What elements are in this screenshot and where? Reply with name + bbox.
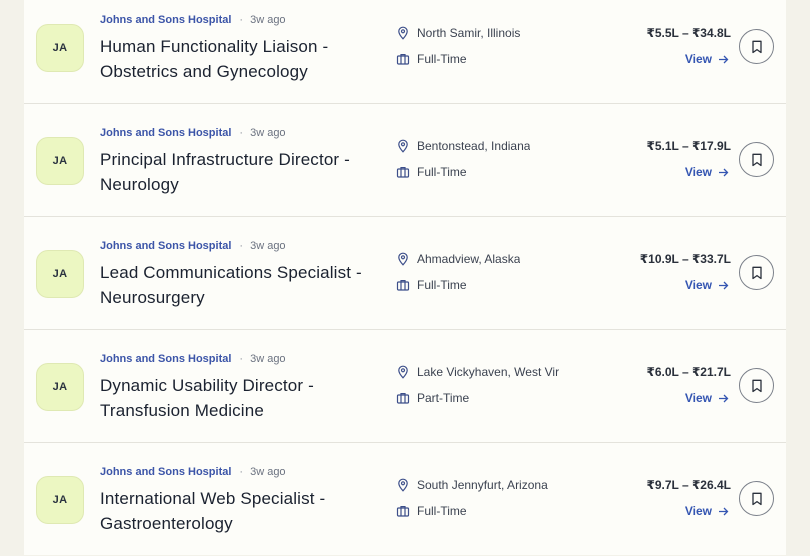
posted-time: 3w ago [250, 14, 286, 26]
job-title[interactable]: Lead Communications Specialist - Neurosu… [100, 260, 390, 310]
location-text: South Jennyfurt, Arizona [417, 478, 548, 492]
salary-range: ₹6.0L – ₹21.7L [646, 365, 731, 379]
view-label: View [684, 391, 712, 405]
job-meta: Johns and Sons Hospital · 3w ago [100, 239, 286, 253]
job-meta: Johns and Sons Hospital · 3w ago [100, 352, 286, 366]
employment-type-text: Part-Time [417, 391, 470, 405]
view-job-link[interactable]: View [685, 504, 729, 518]
job-location: South Jennyfurt, Arizona [396, 478, 548, 492]
salary-range: ₹10.9L – ₹33.7L [639, 252, 731, 266]
arrow-right-icon [718, 506, 729, 517]
meta-separator: · [239, 466, 244, 478]
location-text: Ahmadview, Alaska [417, 252, 521, 266]
company-name-link[interactable]: Johns and Sons Hospital [100, 466, 231, 478]
employment-type: Full-Time [396, 278, 467, 292]
job-meta: Johns and Sons Hospital · 3w ago [100, 126, 286, 140]
save-job-button[interactable] [739, 142, 774, 177]
briefcase-icon [396, 280, 410, 291]
employment-type: Full-Time [396, 52, 467, 66]
employment-type-text: Full-Time [417, 278, 467, 292]
job-card[interactable]: JA Johns and Sons Hospital · 3w ago Dynami… [24, 330, 786, 443]
bookmark-icon [751, 40, 762, 53]
view-label: View [684, 504, 712, 518]
save-job-button[interactable] [739, 255, 774, 290]
company-name-link[interactable]: Johns and Sons Hospital [100, 240, 231, 252]
briefcase-icon [396, 54, 410, 65]
company-avatar: JA [36, 137, 84, 185]
company-avatar: JA [36, 250, 84, 298]
job-title[interactable]: International Web Specialist - Gastroent… [100, 486, 390, 536]
job-list: JA Johns and Sons Hospital · 3w ago Human … [24, 0, 786, 555]
job-title[interactable]: Dynamic Usability Director - Transfusion… [100, 373, 390, 423]
map-pin-icon [398, 478, 408, 492]
bookmark-icon [751, 266, 762, 279]
meta-separator: · [239, 14, 244, 26]
job-title[interactable]: Human Functionality Liaison - Obstetrics… [100, 34, 390, 84]
meta-separator: · [239, 240, 244, 252]
briefcase-icon [396, 167, 410, 178]
company-name-link[interactable]: Johns and Sons Hospital [100, 353, 231, 365]
job-meta: Johns and Sons Hospital · 3w ago [100, 13, 286, 27]
view-job-link[interactable]: View [685, 165, 729, 179]
arrow-right-icon [718, 167, 729, 178]
save-job-button[interactable] [739, 481, 774, 516]
posted-time: 3w ago [250, 240, 286, 252]
posted-time: 3w ago [250, 127, 286, 139]
job-meta: Johns and Sons Hospital · 3w ago [100, 465, 286, 479]
posted-time: 3w ago [250, 353, 286, 365]
meta-separator: · [239, 127, 244, 139]
save-job-button[interactable] [739, 29, 774, 64]
view-job-link[interactable]: View [685, 391, 729, 405]
location-text: North Samir, Illinois [417, 26, 521, 40]
company-avatar: JA [36, 363, 84, 411]
view-label: View [684, 165, 712, 179]
employment-type-text: Full-Time [417, 165, 467, 179]
job-card[interactable]: JA Johns and Sons Hospital · 3w ago Human … [24, 0, 786, 104]
view-label: View [684, 52, 712, 66]
location-text: Bentonstead, Indiana [417, 139, 531, 153]
briefcase-icon [396, 393, 410, 404]
location-text: Lake Vickyhaven, West Vir [417, 365, 560, 379]
view-job-link[interactable]: View [685, 52, 729, 66]
employment-type: Full-Time [396, 504, 467, 518]
view-label: View [684, 278, 712, 292]
job-location: North Samir, Illinois [396, 26, 520, 40]
meta-separator: · [239, 353, 244, 365]
company-avatar: JA [36, 24, 84, 72]
salary-range: ₹5.5L – ₹34.8L [646, 26, 731, 40]
job-location: Lake Vickyhaven, West Vir [396, 365, 559, 379]
employment-type-text: Full-Time [417, 52, 467, 66]
view-job-link[interactable]: View [685, 278, 729, 292]
map-pin-icon [398, 26, 408, 40]
company-name-link[interactable]: Johns and Sons Hospital [100, 14, 231, 26]
job-location: Bentonstead, Indiana [396, 139, 530, 153]
map-pin-icon [398, 139, 408, 153]
bookmark-icon [751, 492, 762, 505]
job-card[interactable]: JA Johns and Sons Hospital · 3w ago Lead C… [24, 217, 786, 330]
salary-range: ₹5.1L – ₹17.9L [646, 139, 731, 153]
employment-type-text: Full-Time [417, 504, 467, 518]
save-job-button[interactable] [739, 368, 774, 403]
arrow-right-icon [718, 393, 729, 404]
employment-type: Full-Time [396, 165, 467, 179]
job-card[interactable]: JA Johns and Sons Hospital · 3w ago Intern… [24, 443, 786, 556]
bookmark-icon [751, 379, 762, 392]
job-card[interactable]: JA Johns and Sons Hospital · 3w ago Princi… [24, 104, 786, 217]
salary-range: ₹9.7L – ₹26.4L [646, 478, 731, 492]
briefcase-icon [396, 506, 410, 517]
arrow-right-icon [718, 54, 729, 65]
company-name-link[interactable]: Johns and Sons Hospital [100, 127, 231, 139]
job-title[interactable]: Principal Infrastructure Director - Neur… [100, 147, 390, 197]
posted-time: 3w ago [250, 466, 286, 478]
map-pin-icon [398, 252, 408, 266]
map-pin-icon [398, 365, 408, 379]
employment-type: Part-Time [396, 391, 469, 405]
job-location: Ahmadview, Alaska [396, 252, 520, 266]
arrow-right-icon [718, 280, 729, 291]
bookmark-icon [751, 153, 762, 166]
company-avatar: JA [36, 476, 84, 524]
